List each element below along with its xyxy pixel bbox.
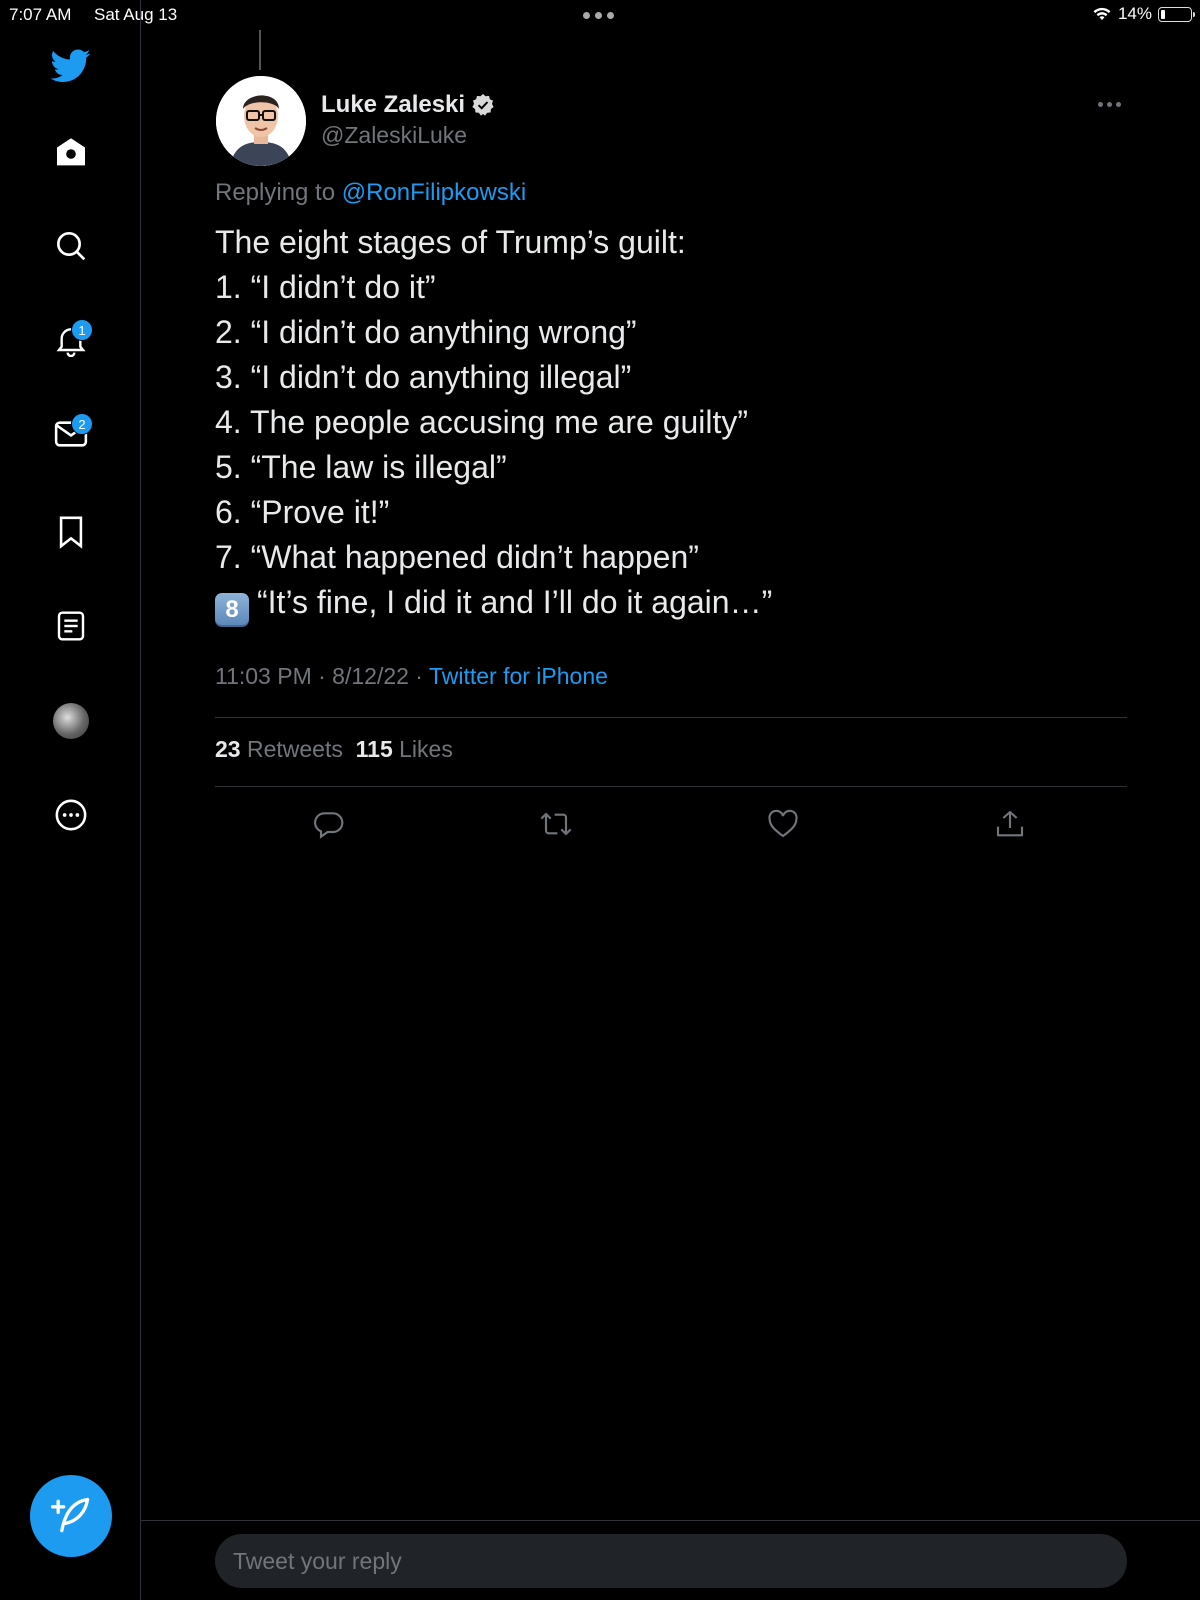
- avatar: [53, 703, 89, 739]
- sidebar-item-more[interactable]: [47, 791, 95, 839]
- replying-prefix: Replying to: [215, 179, 336, 206]
- avatar-illustration: [216, 76, 306, 166]
- sidebar-item-profile[interactable]: [47, 697, 95, 745]
- tweet-line-last: 8 “It’s fine, I did it and I’ll do it aga…: [215, 580, 772, 627]
- tweet-line-text: “It’s fine, I did it and I’ll do it agai…: [257, 584, 773, 620]
- tweet-text: The eight stages of Trump’s guilt: 1. “I…: [215, 220, 772, 627]
- retweet-icon: [540, 812, 572, 836]
- tweet-line: 6. “Prove it!”: [215, 494, 390, 530]
- notifications-badge: 1: [71, 319, 93, 341]
- tweet-more-menu-icon[interactable]: [1098, 102, 1121, 107]
- tweet-line: 5. “The law is illegal”: [215, 449, 507, 485]
- retweets-count: 23: [215, 736, 241, 762]
- list-icon: [57, 611, 85, 641]
- compose-tweet-button[interactable]: [30, 1475, 112, 1557]
- keycap-emoji: 8: [215, 593, 249, 627]
- tweet-line: 4. The people accusing me are guilty”: [215, 404, 749, 440]
- sidebar-item-lists[interactable]: [47, 602, 95, 650]
- divider: [215, 786, 1127, 787]
- divider: [215, 717, 1127, 718]
- reply-icon: [314, 812, 344, 839]
- sidebar-item-messages[interactable]: 2: [47, 410, 95, 458]
- retweets-stat[interactable]: 23 Retweets: [215, 736, 343, 762]
- likes-count: 115: [355, 736, 393, 762]
- reply-input[interactable]: [215, 1534, 1127, 1588]
- sidebar-item-bookmarks[interactable]: [47, 508, 95, 556]
- bird-icon: [51, 49, 91, 82]
- twitter-logo[interactable]: [47, 42, 95, 90]
- author-name-text: Luke Zaleski: [321, 91, 466, 118]
- battery-level: [1161, 9, 1165, 19]
- thread-connector: [259, 30, 261, 70]
- retweet-button[interactable]: [538, 806, 574, 842]
- reply-button[interactable]: [311, 806, 347, 842]
- replying-to-link[interactable]: @RonFilipkowski: [342, 179, 526, 206]
- more-circle-icon: [55, 799, 87, 831]
- bookmark-icon: [59, 516, 83, 549]
- tweet-line: 3. “I didn’t do anything illegal”: [215, 359, 632, 395]
- author-display-name[interactable]: Luke Zaleski: [321, 91, 495, 119]
- sidebar: 1 2: [0, 0, 141, 1600]
- home-icon: [57, 138, 85, 166]
- tweet-line: The eight stages of Trump’s guilt:: [215, 224, 686, 260]
- share-button[interactable]: [992, 806, 1028, 842]
- verified-badge-icon: [472, 94, 494, 116]
- sidebar-item-home[interactable]: [47, 128, 95, 176]
- like-button[interactable]: [765, 806, 801, 842]
- sidebar-item-notifications[interactable]: 1: [47, 316, 95, 364]
- tweet-line: 1. “I didn’t do it”: [215, 269, 436, 305]
- author-avatar[interactable]: [216, 76, 306, 166]
- tweet-line: 2. “I didn’t do anything wrong”: [215, 314, 637, 350]
- tweet-meta: 11:03 PM · 8/12/22 · Twitter for iPhone: [215, 663, 608, 690]
- messages-badge: 2: [71, 413, 93, 435]
- tweet-stats: 23 Retweets 115 Likes: [215, 736, 453, 763]
- replying-to: Replying to @RonFilipkowski: [215, 179, 526, 207]
- wifi-icon: [1093, 7, 1111, 20]
- tweet-line: 7. “What happened didn’t happen”: [215, 539, 699, 575]
- likes-stat[interactable]: 115 Likes: [356, 736, 453, 762]
- heart-icon: [768, 809, 798, 838]
- search-icon: [57, 232, 86, 261]
- tweet-timestamp[interactable]: 11:03 PM · 8/12/22 ·: [215, 663, 423, 689]
- battery-percent: 14%: [1117, 4, 1152, 23]
- author-handle[interactable]: @ZaleskiLuke: [321, 122, 467, 149]
- battery-icon: [1158, 6, 1195, 22]
- sidebar-item-explore[interactable]: [47, 222, 95, 270]
- reply-bar-divider: [141, 1520, 1200, 1521]
- retweets-label: Retweets: [246, 736, 343, 762]
- status-right: 14%: [1092, 4, 1195, 24]
- tweet-source-link[interactable]: Twitter for iPhone: [429, 663, 608, 689]
- compose-quill-icon: [51, 1497, 90, 1533]
- status-bar: 7:07 AM Sat Aug 13 14%: [0, 0, 1200, 30]
- multitasking-dots-icon[interactable]: [583, 12, 614, 19]
- share-icon: [996, 810, 1024, 837]
- likes-label: Likes: [399, 736, 453, 762]
- app-root: 7:07 AM Sat Aug 13 14% 1 2 Luke Zaleski …: [0, 0, 1200, 1600]
